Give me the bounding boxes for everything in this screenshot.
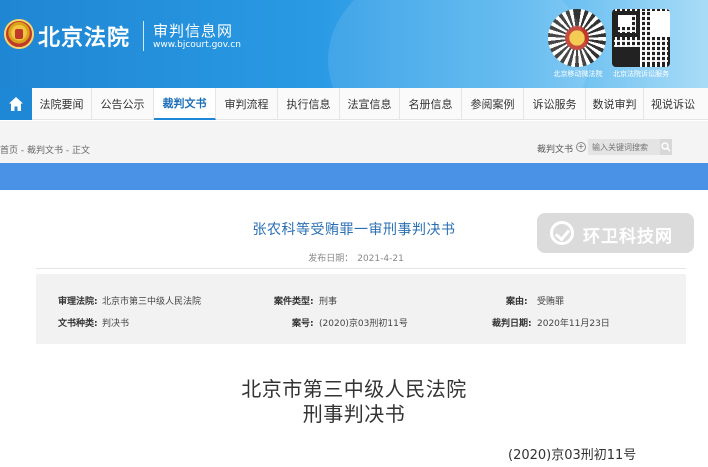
nav-item-judgments[interactable]: 裁判文书 [154, 88, 216, 120]
nav-item-trial-process[interactable]: 审判流程 [216, 88, 278, 120]
nav-home-button[interactable] [0, 88, 32, 120]
breadcrumb-row: 首页 - 裁判文书 - 正文 裁判文书 + [0, 121, 708, 163]
body-doc-type: 刑事判决书 [302, 402, 406, 426]
judge-date-value: 2020年11月23日 [537, 319, 610, 329]
cause-label: 案由: [506, 297, 528, 307]
site-url: www.bjcourt.gov.cn [153, 40, 241, 50]
publish-date-value: 2021-4-21 [357, 254, 404, 264]
emblem-qr-icon [548, 9, 606, 67]
plus-icon[interactable]: + [576, 142, 586, 152]
search-button[interactable] [660, 139, 672, 155]
publish-date: 发布日期： 2021-4-21 [0, 251, 708, 264]
site-header: 北京法院 审判信息网 www.bjcourt.gov.cn 北京移动微法院 北京… [0, 0, 708, 88]
section-banner [0, 163, 708, 190]
site-title: 审判信息网 [153, 22, 234, 40]
case-info-box: 审理法院: 北京市第三中级人民法院 案件类型: 刑事 案由: 受贿罪 文书种类:… [36, 274, 686, 344]
court-name-logo[interactable]: 北京法院 [38, 20, 130, 52]
nav-item-video[interactable]: 视说诉讼 [644, 88, 702, 120]
home-icon [9, 97, 23, 111]
publish-date-label: 发布日期： [308, 254, 354, 264]
nav-item-registry[interactable]: 名册信息 [400, 88, 462, 120]
case-type-label: 案件类型: [274, 297, 314, 307]
divider [36, 268, 686, 269]
body-case-number: (2020)京03刑初11号 [508, 448, 637, 463]
nav-item-trial-stats[interactable]: 数说审判 [586, 88, 644, 120]
search-icon [661, 142, 671, 152]
qr-caption: 北京法院诉讼服务 [613, 70, 669, 78]
cause-value: 受贿罪 [537, 297, 565, 307]
info-row: 文书种类: 判决书 案号: (2020)京03刑初11号 裁判日期: 2020年… [36, 316, 686, 330]
header-divider [143, 21, 144, 51]
nav-item-litigation-service[interactable]: 诉讼服务 [524, 88, 586, 120]
nav-item-execution[interactable]: 执行信息 [278, 88, 340, 120]
main-nav: 法院要闻 公告公示 裁判文书 审判流程 执行信息 法宣信息 名册信息 参阅案例 … [0, 88, 708, 120]
nav-item-legal-publicity[interactable]: 法宣信息 [340, 88, 400, 120]
court-value: 北京市第三中级人民法院 [102, 297, 202, 307]
case-no-value: (2020)京03刑初11号 [319, 319, 408, 329]
check-circle-icon [550, 221, 574, 245]
nav-item-court-news[interactable]: 法院要闻 [32, 88, 92, 120]
litigation-service-qr[interactable]: 北京法院诉讼服务 [612, 9, 670, 79]
doc-type-label: 文书种类: [58, 319, 98, 329]
nav-item-reference-cases[interactable]: 参阅案例 [462, 88, 524, 120]
info-row: 审理法院: 北京市第三中级人民法院 案件类型: 刑事 案由: 受贿罪 [36, 294, 686, 308]
search-input[interactable] [588, 139, 660, 155]
search-category-label[interactable]: 裁判文书 [537, 142, 573, 155]
breadcrumb[interactable]: 首页 - 裁判文书 - 正文 [0, 143, 90, 156]
court-emblem-icon [4, 19, 34, 49]
court-label: 审理法院: [58, 297, 98, 307]
site-watermark: 环卫科技网 [537, 213, 694, 253]
judge-date-label: 裁判日期: [492, 319, 532, 329]
watermark-text: 环卫科技网 [583, 227, 673, 247]
case-no-label: 案号: [292, 319, 314, 329]
qr-caption: 北京移动微法院 [553, 70, 603, 78]
doc-type-value: 判决书 [102, 319, 130, 329]
nav-item-announcements[interactable]: 公告公示 [92, 88, 154, 120]
case-type-value: 刑事 [319, 297, 338, 307]
qr-code-icon [612, 9, 670, 67]
mobile-court-qr[interactable]: 北京移动微法院 [548, 9, 608, 79]
